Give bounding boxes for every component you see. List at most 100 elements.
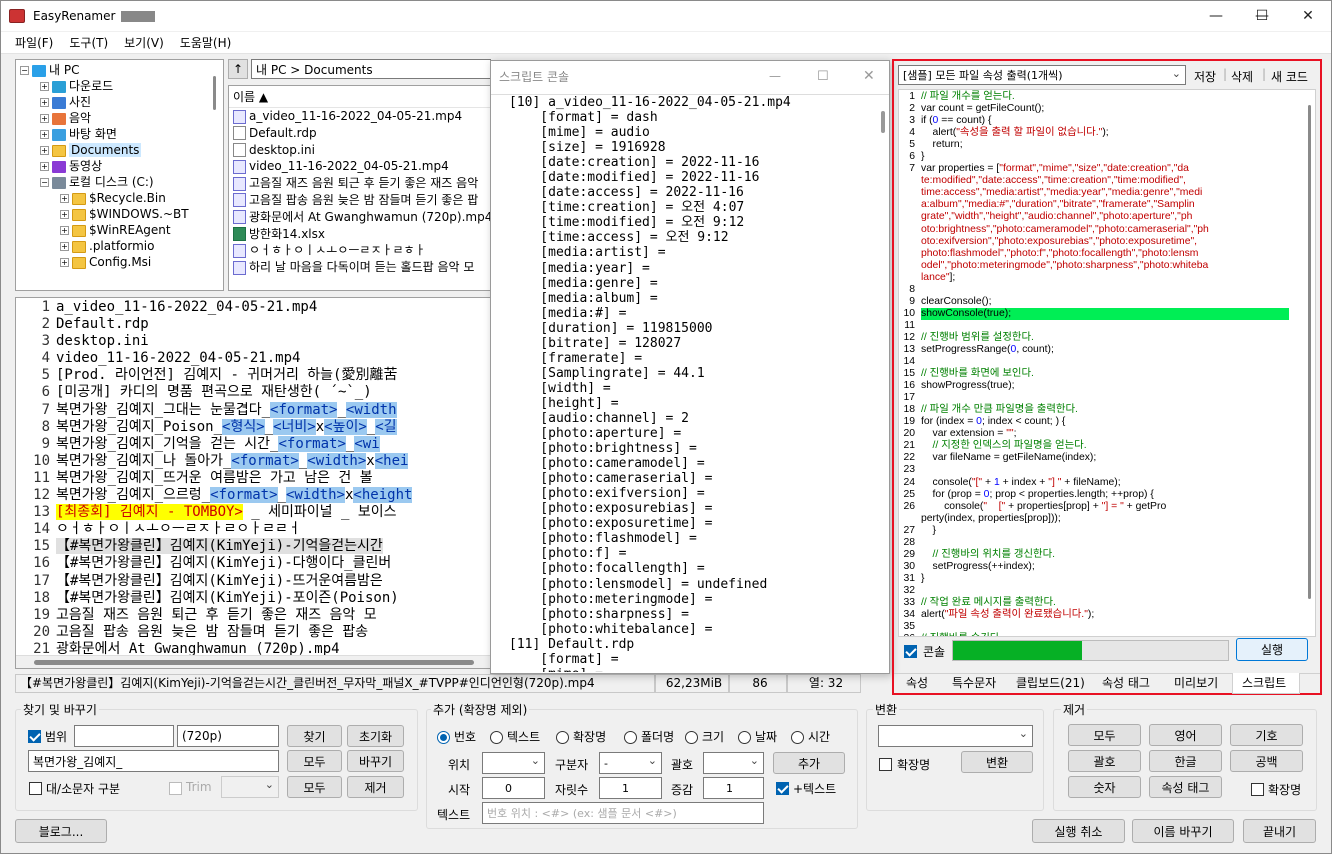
editor-line[interactable]: 20 고음질 팝송 음원 늦은 밤 잠들며 듣기 좋은 팝송 xyxy=(16,624,490,641)
code-line[interactable]: oto:exifversion","photo:exposurebias","p… xyxy=(899,236,1315,248)
undo-button[interactable]: 실행 취소 xyxy=(1032,819,1125,843)
editor-line[interactable]: 14 ㅇㅓㅎㅏㅇㅣㅅㅗㅇㅡㄹㅈㅏㄹㅇㅏㄹㄹㅓ xyxy=(16,521,490,538)
file-list[interactable]: 이름 ▲ a_video_11-16-2022_04-05-21.mp4 Defa… xyxy=(228,85,491,291)
editor-line[interactable]: 5 [Prod. 라이언전] 김예지 - 귀머거리 하늘(愛別離苦 xyxy=(16,367,490,384)
start-spinner[interactable]: 0 xyxy=(482,777,545,799)
folder-tree[interactable]: − 내 PC + 다운로드 + 사진 + 음악 + 바탕 화면 + Documents + 동영상 − 로컬 … xyxy=(15,59,224,291)
editor-line[interactable]: 16 【#복면가왕클린】김예지(KimYeji)-다행이다_클린버 xyxy=(16,555,490,572)
remove-all-button[interactable]: 모두 xyxy=(287,776,342,798)
remove-all-chars-button[interactable]: 모두 xyxy=(1068,724,1141,746)
scrollbar-thumb[interactable] xyxy=(34,660,474,665)
editor-line[interactable]: 6 [미공개] 카디의 명품 편곡으로 재탄생한( ´~`_) xyxy=(16,384,490,401)
rename-button[interactable]: 이름 바꾸기 xyxy=(1132,819,1234,843)
code-line[interactable]: 35 xyxy=(899,621,1315,633)
new-script-button[interactable]: 새 코드 xyxy=(1271,68,1308,85)
code-line[interactable]: 8 xyxy=(899,284,1315,296)
editor-line[interactable]: 18 【#복면가왕클린】김예지(KimYeji)-포이즌(Poison) xyxy=(16,590,490,607)
console-minimize-icon[interactable]: — xyxy=(769,69,781,83)
editor-line[interactable]: 10 복면가왕_김예지_나 돌아가_<format>_<width>x<hei xyxy=(16,452,490,470)
maximize-icon[interactable]: ☐ xyxy=(1239,1,1285,31)
run-script-button[interactable]: 실행 xyxy=(1236,638,1308,661)
tree-item[interactable]: + Config.Msi xyxy=(20,254,223,270)
expand-icon[interactable]: + xyxy=(60,226,69,235)
remove-spaces-button[interactable]: 공백 xyxy=(1230,750,1303,772)
digits-spinner[interactable]: 1 xyxy=(599,777,662,799)
menu-file[interactable]: 파일(F) xyxy=(7,34,61,51)
editor-line[interactable]: 19 고음질 재즈 음원 퇴근 후 듣기 좋은 재즈 음악 모 xyxy=(16,607,490,624)
expand-icon[interactable]: + xyxy=(60,194,69,203)
tree-item[interactable]: + 사진 xyxy=(20,94,223,110)
minimize-icon[interactable]: — xyxy=(1193,1,1239,31)
plus-text-checkbox[interactable] xyxy=(776,781,789,795)
horizontal-scrollbar[interactable] xyxy=(16,655,490,668)
expand-icon[interactable]: + xyxy=(40,114,49,123)
remove-button[interactable]: 제거 xyxy=(347,776,404,798)
code-line[interactable]: 19 for (index = 0; index < count; ) { xyxy=(899,416,1315,428)
name-column-header[interactable]: 이름 ▲ xyxy=(229,86,490,108)
expand-icon[interactable]: + xyxy=(40,98,49,107)
expand-icon[interactable]: + xyxy=(60,242,69,251)
script-code-editor[interactable]: 1 // 파일 개수를 얻는다. 2 var count = getFileCount… xyxy=(898,89,1316,637)
editor-line[interactable]: 8 복면가왕_김예지_Poison_<형식>_<너비>x<높이>_<길 xyxy=(16,418,490,436)
code-line[interactable]: 33 // 작업 완료 메시지를 출력한다. xyxy=(899,597,1315,609)
convert-button[interactable]: 변환 xyxy=(961,751,1033,773)
editor-line[interactable]: 17 【#복면가왕클린】김예지(KimYeji)-뜨거운여름밤은 xyxy=(16,573,490,590)
menu-view[interactable]: 보기(V) xyxy=(116,34,172,51)
trim-checkbox[interactable] xyxy=(169,781,182,795)
code-line[interactable]: 28 xyxy=(899,537,1315,549)
tree-item[interactable]: + $WinREAgent xyxy=(20,222,223,238)
expand-icon[interactable]: − xyxy=(40,178,49,187)
code-line[interactable]: 25 for (prop = 0; prop < properties.leng… xyxy=(899,489,1315,501)
radio-button[interactable] xyxy=(791,731,804,744)
code-line[interactable]: 23 xyxy=(899,464,1315,476)
convert-select[interactable] xyxy=(878,725,1033,747)
code-scrollbar-thumb[interactable] xyxy=(1308,105,1311,599)
rename-editor[interactable]: 1 a_video_11-16-2022_04-05-21.mp4 2 Default… xyxy=(15,297,491,669)
console-checkbox[interactable] xyxy=(904,644,917,658)
file-item[interactable]: 광화문에서 At Gwanghwamun (720p).mp4 xyxy=(233,209,490,226)
expand-icon[interactable]: + xyxy=(40,146,49,155)
code-line[interactable]: 12 // 진행바 범위를 설정한다. xyxy=(899,332,1315,344)
code-line[interactable]: time:access","media:artist","media:year"… xyxy=(899,187,1315,199)
code-line[interactable]: 6} xyxy=(899,151,1315,163)
code-line[interactable]: lance"]; xyxy=(899,272,1315,284)
remove-korean-button[interactable]: 한글 xyxy=(1149,750,1222,772)
radio-5[interactable]: 날짜 xyxy=(738,728,777,745)
path-input[interactable]: 내 PC > Documents xyxy=(251,59,491,79)
code-line[interactable]: 16 showProgress(true); xyxy=(899,380,1315,392)
menu-tools[interactable]: 도구(T) xyxy=(61,34,116,51)
increment-spinner[interactable]: 1 xyxy=(703,777,764,799)
remove-property-tags-button[interactable]: 속성 태그 xyxy=(1149,776,1222,798)
tab-properties[interactable]: 속성 xyxy=(906,674,928,691)
code-line[interactable]: 18 // 파일 개수 만큼 파일명을 출력한다. xyxy=(899,404,1315,416)
remove-symbols-button[interactable]: 기호 xyxy=(1230,724,1303,746)
tree-item[interactable]: − 내 PC xyxy=(20,62,223,78)
tree-item[interactable]: + 다운로드 xyxy=(20,78,223,94)
expand-icon[interactable]: + xyxy=(40,82,49,91)
file-item[interactable]: Default.rdp xyxy=(233,125,490,142)
replace-button[interactable]: 바꾸기 xyxy=(347,750,404,772)
code-line[interactable]: 36// 진행바를 숨긴다. xyxy=(899,633,1315,636)
editor-line[interactable]: 12 복면가왕_김예지_으르렁_<format>_<width>x<height xyxy=(16,487,490,504)
code-line[interactable]: 2 var count = getFileCount(); xyxy=(899,103,1315,115)
convert-ext-checkbox[interactable] xyxy=(879,757,892,771)
file-item[interactable]: 고음질 팝송 음원 늦은 밤 잠들며 듣기 좋은 팝 xyxy=(233,192,490,209)
editor-line[interactable]: 4 video_11-16-2022_04-05-21.mp4 xyxy=(16,350,490,367)
code-line[interactable]: odel","photo:meteringmode","photo:sharpn… xyxy=(899,260,1315,272)
remove-english-button[interactable]: 영어 xyxy=(1149,724,1222,746)
radio-button[interactable] xyxy=(437,731,450,744)
replace-input[interactable]: 복면가왕_김예지_ xyxy=(28,750,279,772)
delete-script-button[interactable]: 삭제 xyxy=(1231,68,1253,85)
tab-property-tags[interactable]: 속성 태그 xyxy=(1102,674,1150,691)
radio-button[interactable] xyxy=(556,731,569,744)
file-item[interactable]: 하리 날 마음을 다독이며 듣는 홀드팝 음악 모 xyxy=(233,259,490,276)
script-select[interactable]: [샘플] 모든 파일 속성 출력(1개씩) xyxy=(898,65,1186,85)
file-item[interactable]: 고음질 재즈 음원 퇴근 후 듣기 좋은 재즈 음악 xyxy=(233,175,490,192)
code-line[interactable]: 15 // 진행바를 화면에 보인다. xyxy=(899,368,1315,380)
code-line[interactable]: 17 xyxy=(899,392,1315,404)
console-maximize-icon[interactable]: ☐ xyxy=(817,69,829,84)
code-line[interactable]: 21 // 지정한 인덱스의 파일명을 얻는다. xyxy=(899,440,1315,452)
remove-ext-checkbox[interactable] xyxy=(1251,782,1264,796)
code-line[interactable]: 10 showConsole(true); xyxy=(899,307,1315,320)
code-line[interactable]: 29 // 진행바의 위치를 갱신한다. xyxy=(899,549,1315,561)
